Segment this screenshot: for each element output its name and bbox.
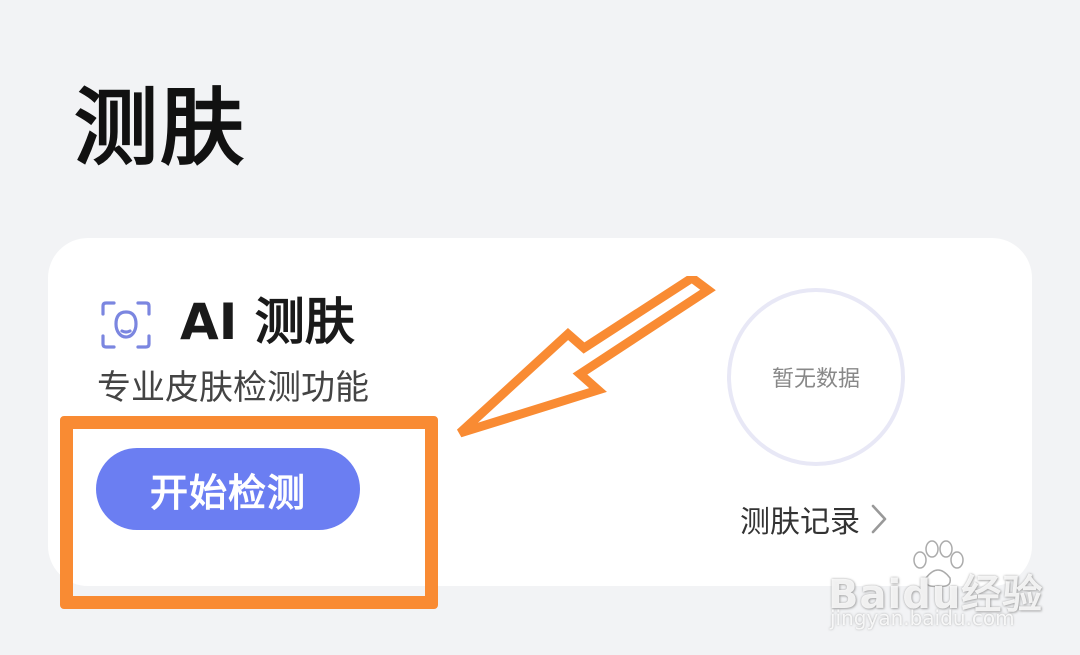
chevron-right-icon <box>871 504 887 534</box>
score-ring: 暂无数据 <box>727 288 905 466</box>
skin-test-history-link[interactable]: 测肤记录 <box>740 497 888 541</box>
page-title: 测肤 <box>74 79 247 177</box>
start-detection-button[interactable]: 开始检测 <box>96 448 360 530</box>
history-link-label: 测肤记录 <box>740 505 860 540</box>
watermark-url: jingyan.baidu.com <box>830 606 1015 630</box>
no-data-text: 暂无数据 <box>771 367 860 392</box>
card-subtitle: 专业皮肤检测功能 <box>97 368 369 408</box>
face-scan-icon <box>101 301 151 349</box>
card-title: AI 测肤 <box>180 293 355 351</box>
